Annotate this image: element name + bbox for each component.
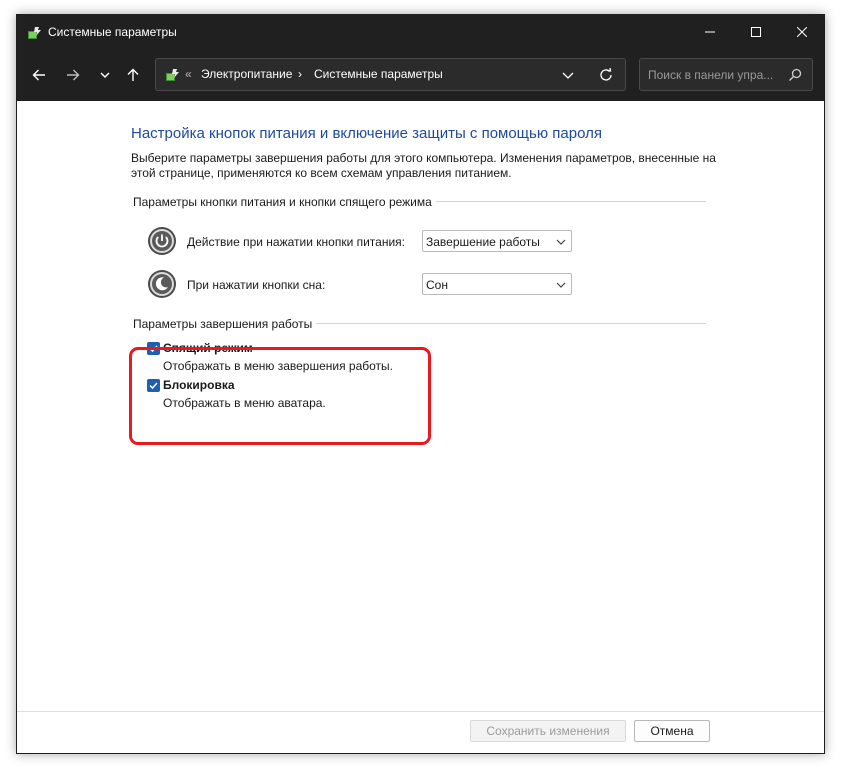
cancel-button[interactable]: Отмена [634, 720, 710, 742]
breadcrumb-separator: › [298, 67, 302, 81]
power-options-icon [166, 69, 179, 81]
shutdown-group-label: Параметры завершения работы [133, 317, 317, 331]
up-button[interactable] [121, 63, 145, 87]
chevron-down-icon [556, 282, 566, 288]
page-description: Выберите параметры завершения работы для… [131, 151, 716, 180]
breadcrumb-overflow[interactable]: « [185, 67, 192, 81]
navigation-bar: « Электропитание › Системные параметры [17, 49, 824, 101]
refresh-icon[interactable] [598, 67, 614, 83]
power-button-action-select[interactable]: Завершение работы [422, 230, 572, 252]
power-button-action-value: Завершение работы [426, 235, 540, 249]
forward-button[interactable] [61, 63, 85, 87]
maximize-icon [751, 27, 761, 37]
page-title: Настройка кнопок питания и включение защ… [131, 125, 602, 142]
control-panel-window: Системные параметры « Электропитание › С… [16, 14, 825, 754]
search-icon[interactable] [788, 68, 802, 82]
chevron-down-icon [556, 239, 566, 245]
sleep-button-action-select[interactable]: Сон [422, 273, 572, 295]
sleep-button-icon [148, 270, 176, 298]
window-title: Системные параметры [48, 25, 177, 39]
minimize-button[interactable] [687, 15, 733, 49]
save-changes-button[interactable]: Сохранить изменения [470, 720, 626, 742]
recent-locations-button[interactable] [93, 63, 117, 87]
search-box[interactable] [639, 58, 813, 91]
power-button-icon [148, 227, 176, 255]
highlight-annotation [129, 347, 431, 445]
search-input[interactable] [648, 67, 783, 83]
content-area: Настройка кнопок питания и включение защ… [17, 101, 824, 711]
address-bar[interactable]: « Электропитание › Системные параметры [155, 58, 626, 91]
power-options-icon [28, 27, 41, 39]
sleep-button-action-label: При нажатии кнопки сна: [187, 278, 326, 292]
title-bar[interactable]: Системные параметры [17, 15, 824, 49]
arrow-right-icon [67, 69, 80, 81]
chevron-down-icon[interactable] [561, 68, 575, 82]
close-icon [797, 27, 807, 37]
arrow-left-icon [32, 69, 45, 81]
breadcrumb-item-power[interactable]: Электропитание [201, 67, 292, 81]
power-group-label: Параметры кнопки питания и кнопки спящег… [133, 195, 436, 209]
minimize-icon [705, 31, 715, 33]
footer-bar: Сохранить изменения Отмена [17, 711, 824, 753]
chevron-down-icon [100, 72, 110, 79]
breadcrumb-item-system-settings[interactable]: Системные параметры [314, 67, 443, 81]
close-button[interactable] [779, 15, 824, 49]
arrow-up-icon [127, 68, 139, 81]
power-button-action-label: Действие при нажатии кнопки питания: [187, 235, 406, 249]
back-button[interactable] [27, 63, 51, 87]
maximize-button[interactable] [733, 15, 779, 49]
sleep-button-action-value: Сон [426, 278, 448, 292]
